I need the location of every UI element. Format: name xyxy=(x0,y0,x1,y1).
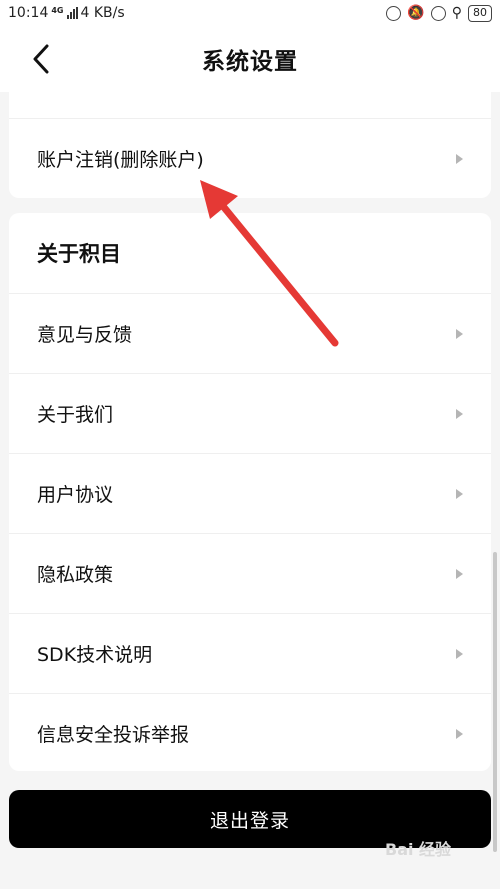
delete-account-label: 账户注销(删除账户) xyxy=(37,149,204,171)
location-icon: ⚲ xyxy=(451,5,462,21)
watermark: Bai 经验 xyxy=(385,840,452,859)
network-type: 4G xyxy=(51,5,64,15)
dnd-icon xyxy=(386,5,402,21)
status-right: 🔕 ⚲ 80 xyxy=(386,4,492,22)
privacy-policy-item[interactable]: 隐私政策 xyxy=(9,533,491,613)
scrollbar[interactable] xyxy=(493,552,497,852)
back-button[interactable] xyxy=(26,43,56,75)
battery-icon: 80 xyxy=(468,4,492,22)
status-bar: 10:14 4G 4 KB/s 🔕 ⚲ 80 xyxy=(0,0,500,26)
bell-muted-icon: 🔕 xyxy=(407,5,425,21)
chevron-right-icon xyxy=(456,488,463,499)
user-agreement-item[interactable]: 用户协议 xyxy=(9,453,491,533)
delete-account-item[interactable]: 账户注销(删除账户) xyxy=(9,118,491,198)
chevron-right-icon xyxy=(456,153,463,164)
status-left: 10:14 4G 4 KB/s xyxy=(8,5,125,21)
user-agreement-label: 用户协议 xyxy=(37,484,114,506)
sdk-info-label: SDK技术说明 xyxy=(37,644,153,666)
sdk-info-item[interactable]: SDK技术说明 xyxy=(9,613,491,693)
chevron-right-icon xyxy=(456,568,463,579)
privacy-policy-label: 隐私政策 xyxy=(37,564,114,586)
status-time: 10:14 xyxy=(8,5,49,21)
page-title: 系统设置 xyxy=(202,49,298,75)
about-us-item[interactable]: 关于我们 xyxy=(9,373,491,453)
about-us-label: 关于我们 xyxy=(37,404,114,426)
feedback-label: 意见与反馈 xyxy=(37,324,133,346)
lock-rotation-icon xyxy=(430,5,446,21)
security-report-item[interactable]: 信息安全投诉举报 xyxy=(9,693,491,773)
security-report-label: 信息安全投诉举报 xyxy=(37,724,190,746)
chevron-right-icon xyxy=(456,408,463,419)
about-card: 关于积目 意见与反馈 关于我们 用户协议 隐私政策 SDK技术说明 信息安全投诉… xyxy=(9,213,491,771)
chevron-right-icon xyxy=(456,648,463,659)
chevron-right-icon xyxy=(456,328,463,339)
nav-bar: 系统设置 xyxy=(0,26,500,92)
account-card: 账户注销(删除账户) xyxy=(9,92,491,198)
chevron-right-icon xyxy=(456,728,463,739)
feedback-item[interactable]: 意见与反馈 xyxy=(9,293,491,373)
chevron-left-icon xyxy=(33,44,49,74)
section-title: 关于积目 xyxy=(37,242,121,266)
signal-icon xyxy=(66,7,78,19)
network-speed: 4 KB/s xyxy=(80,5,125,21)
